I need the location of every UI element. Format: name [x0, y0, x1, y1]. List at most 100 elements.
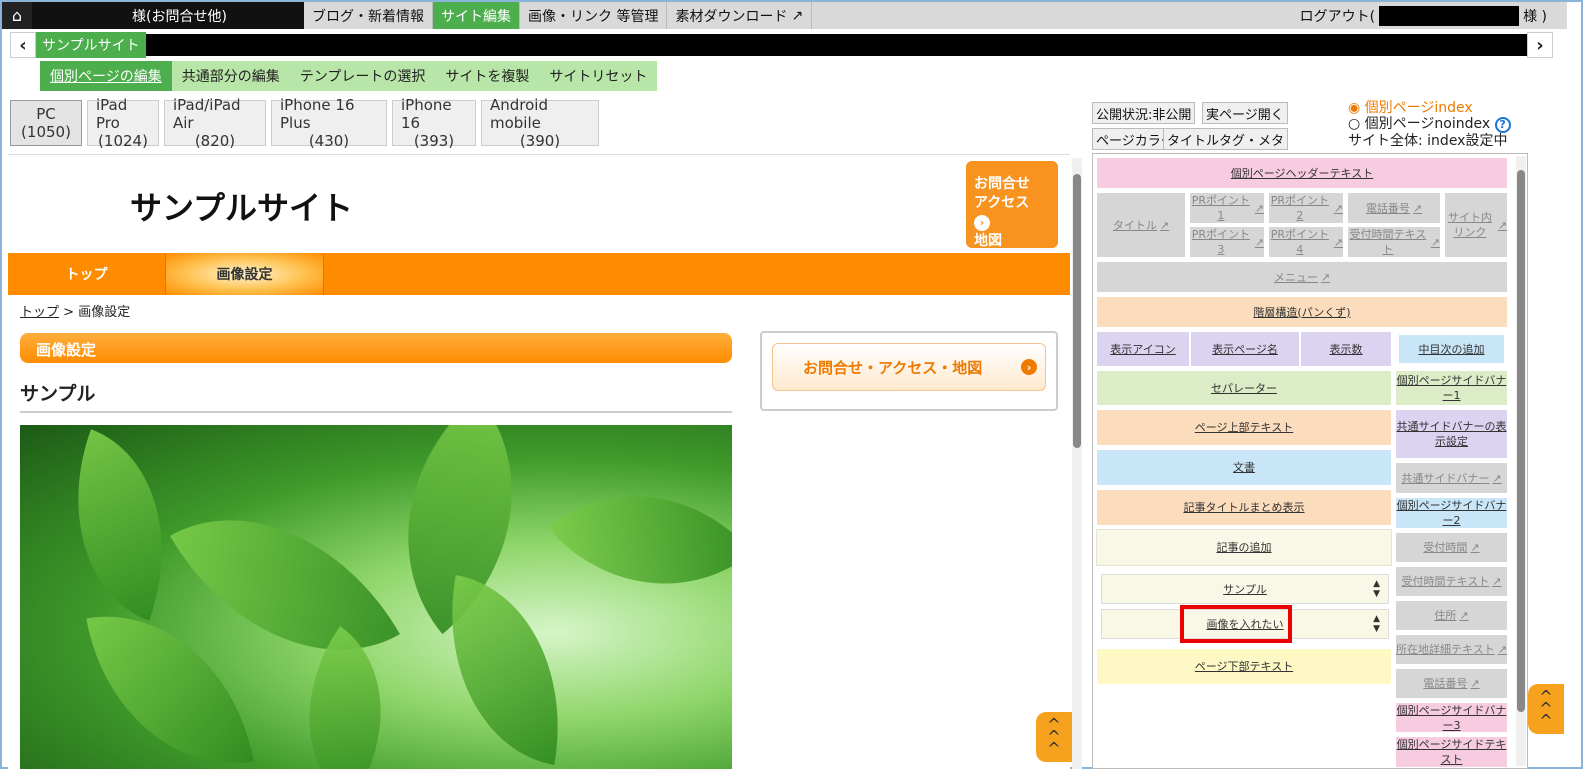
panel-scroll-thumb[interactable]: [1517, 170, 1525, 712]
common-side-banner-block[interactable]: 共通サイドバナー ↗: [1395, 462, 1508, 494]
nav-material-download[interactable]: 素材ダウンロード ↗: [667, 2, 813, 29]
redacted-site-bar: [145, 34, 1527, 56]
subnav-individual-page[interactable]: 個別ページの編集: [40, 61, 172, 91]
summary-block[interactable]: 記事タイトルまとめ表示: [1096, 489, 1392, 526]
hours-text-side-block[interactable]: 受付時間テキスト ↗: [1395, 566, 1508, 597]
device-name: iPhone 16: [401, 96, 452, 132]
page-top-icon[interactable]: ^ ^ ^: [1036, 712, 1072, 762]
updown-icon: ▲ ▼: [1373, 614, 1380, 634]
side-banner-2-block[interactable]: 個別ページサイドバナー2: [1395, 497, 1508, 529]
pr-point-3-label: PRポイント3: [1191, 228, 1251, 256]
panel-scrollbar[interactable]: [1516, 156, 1526, 766]
gnav-top[interactable]: トップ: [8, 253, 166, 295]
site-link-block[interactable]: サイト内リンク ↗: [1444, 192, 1508, 258]
logout-suffix: 様 ): [1523, 8, 1547, 25]
chevron-right-icon: ›: [974, 214, 990, 231]
prev-site-arrow-icon[interactable]: ‹: [10, 32, 36, 58]
side-banner-1-block[interactable]: 個別ページサイドバナー1: [1395, 370, 1508, 406]
home-icon[interactable]: ⌂: [2, 2, 32, 29]
panel-page-top-icon[interactable]: ^ ^ ^: [1528, 684, 1564, 734]
external-link-icon: ↗: [1497, 218, 1507, 232]
chevron-right-icon: ›: [1021, 359, 1037, 375]
gnav-image-settings[interactable]: 画像設定: [166, 253, 324, 295]
title-tag-button[interactable]: タイトルタグ・メタ: [1163, 128, 1289, 150]
display-icon-block[interactable]: 表示アイコン: [1096, 331, 1190, 367]
side-banner-3-block[interactable]: 個別ページサイドバナー3: [1395, 702, 1508, 733]
sidebar-contact-label: お問合せ・アクセス・地図: [803, 358, 983, 377]
site-link-label: サイト内リンク: [1447, 211, 1492, 239]
hours-text-block[interactable]: 受付時間テキスト ↗: [1347, 226, 1441, 258]
next-site-arrow-icon[interactable]: ›: [1527, 32, 1553, 58]
pr-point-1-block[interactable]: PRポイント1 ↗: [1189, 192, 1265, 224]
device-selector: PC (1050) iPad Pro (1024) iPad/iPad Air (82…: [10, 96, 599, 150]
publish-status-button[interactable]: 公開状況:非公開: [1092, 102, 1196, 124]
external-link-icon: ↗: [1254, 235, 1264, 249]
breadcrumb-block[interactable]: 階層構造(パンくず): [1096, 296, 1508, 328]
breadcrumb-home-link[interactable]: トップ: [20, 305, 59, 320]
subnav-reset[interactable]: サイトリセット: [539, 61, 657, 91]
nav-image-link[interactable]: 画像・リンク 等管理: [520, 2, 668, 29]
radio-noindex-label: 個別ページnoindex: [1364, 116, 1491, 132]
menu-label: メニュー: [1273, 270, 1318, 284]
separator-block[interactable]: セパレーター: [1096, 370, 1392, 406]
logout-prefix: ログアウト(: [1299, 8, 1376, 25]
device-iphone-button[interactable]: iPhone 16 (393): [392, 96, 476, 150]
subnav-template[interactable]: テンプレートの選択: [290, 61, 436, 91]
address-block[interactable]: 住所 ↗: [1395, 600, 1508, 631]
external-link-icon: ↗: [1159, 218, 1170, 232]
top-text-block[interactable]: ページ上部テキスト: [1096, 409, 1392, 446]
menu-block[interactable]: メニュー ↗: [1096, 261, 1508, 293]
side-text-block[interactable]: 個別ページサイドテキスト: [1395, 736, 1508, 768]
device-android-button[interactable]: Android mobile (390): [481, 96, 599, 150]
device-width: (390): [519, 132, 561, 150]
device-width: (820): [194, 132, 236, 150]
logout-link[interactable]: ログアウト( 様 ): [1299, 5, 1567, 26]
header-text-block[interactable]: 個別ページヘッダーテキスト: [1096, 157, 1508, 189]
device-ipad-air-button[interactable]: iPad/iPad Air (820): [164, 96, 266, 150]
pr-point-4-label: PRポイント4: [1270, 228, 1330, 256]
address-detail-block[interactable]: 所在地詳細テキスト ↗: [1395, 634, 1508, 665]
add-article-button[interactable]: 記事の追加: [1096, 529, 1392, 566]
device-pc-button[interactable]: PC (1050): [10, 100, 82, 146]
tel-block[interactable]: 電話番号 ↗: [1347, 192, 1441, 224]
preview-scroll-thumb[interactable]: [1073, 174, 1081, 448]
subnav-common-parts[interactable]: 共通部分の編集: [172, 61, 290, 91]
common-side-setting-block[interactable]: 共通サイドバナーの表示設定: [1395, 409, 1508, 459]
external-link-icon: ↗: [1459, 609, 1469, 622]
device-iphone-plus-button[interactable]: iPhone 16 Plus (430): [271, 96, 387, 150]
site-logo[interactable]: サンプルサイト: [130, 183, 353, 229]
site-name-tab[interactable]: サンプルサイト: [36, 32, 146, 58]
subnav-duplicate[interactable]: サイトを複製: [435, 61, 539, 91]
pr-point-4-block[interactable]: PRポイント4 ↗: [1268, 226, 1344, 258]
bottom-text-block[interactable]: ページ下部テキスト: [1096, 648, 1392, 685]
external-link-icon: ↗: [1492, 471, 1502, 485]
nav-blog[interactable]: ブログ・新着情報: [304, 2, 433, 29]
document-block[interactable]: 文書: [1096, 449, 1392, 486]
title-block[interactable]: タイトル ↗: [1096, 192, 1186, 258]
open-page-button[interactable]: 実ページ開く: [1202, 102, 1288, 124]
device-ipad-pro-button[interactable]: iPad Pro (1024): [87, 96, 159, 150]
hours-block[interactable]: 受付時間 ↗: [1395, 532, 1508, 563]
radio-checked-icon: ◉: [1348, 100, 1361, 116]
page-preview: サンプルサイト お問合せ アクセス › 地図 トップ 画像設定 トップ > 画像…: [8, 154, 1070, 769]
device-name: PC: [36, 105, 56, 123]
radio-noindex[interactable]: ○ 個別ページnoindex ?: [1348, 116, 1511, 133]
sidebar-contact-button[interactable]: お問合せ・アクセス・地図 ›: [772, 343, 1046, 391]
pr-point-1-label: PRポイント1: [1191, 194, 1251, 222]
contact-access-button[interactable]: お問合せ アクセス › 地図: [966, 161, 1058, 249]
redacted-username: [1379, 5, 1520, 26]
article-sample-select[interactable]: サンプル ▲ ▼: [1101, 574, 1389, 604]
site-selector-row: ‹ サンプルサイト ›: [10, 32, 1553, 58]
pr-point-3-block[interactable]: PRポイント3 ↗: [1189, 226, 1265, 258]
leaf-photo: [20, 425, 732, 769]
pr-point-2-block[interactable]: PRポイント2 ↗: [1268, 192, 1344, 224]
section-heading: 画像設定: [20, 333, 732, 363]
nav-site-edit[interactable]: サイト編集: [433, 2, 520, 29]
display-page-name-block[interactable]: 表示ページ名: [1190, 331, 1300, 367]
display-count-block[interactable]: 表示数: [1300, 331, 1392, 367]
tel-side-block[interactable]: 電話番号 ↗: [1395, 668, 1508, 699]
preview-scrollbar[interactable]: [1072, 158, 1082, 769]
help-icon[interactable]: ?: [1494, 117, 1511, 133]
add-toc-button[interactable]: 中目次の追加: [1395, 331, 1508, 367]
radio-index[interactable]: ◉ 個別ページindex: [1348, 100, 1511, 116]
